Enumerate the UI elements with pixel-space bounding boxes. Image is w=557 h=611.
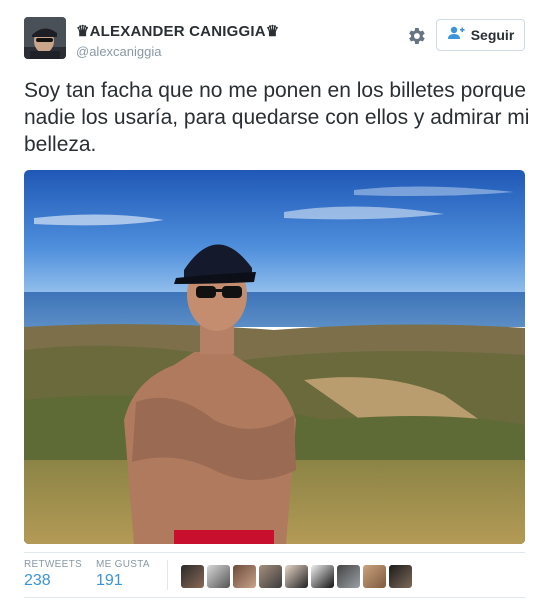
liker-avatar[interactable] <box>337 565 360 588</box>
tweet-photo[interactable] <box>24 170 525 544</box>
follow-button[interactable]: Seguir <box>436 19 525 51</box>
stats-separator <box>167 560 168 590</box>
liker-avatar[interactable] <box>285 565 308 588</box>
liker-avatar[interactable] <box>181 565 204 588</box>
retweets-count[interactable]: 238 <box>24 572 82 590</box>
add-user-icon <box>447 26 465 45</box>
likes-label: ME GUSTA <box>96 559 150 570</box>
liker-avatar[interactable] <box>389 565 412 588</box>
liker-avatar[interactable] <box>233 565 256 588</box>
retweets-stat[interactable]: RETWEETS 238 <box>24 559 82 590</box>
display-name[interactable]: ♛ALEXANDER CANIGGIA♛ <box>76 22 279 40</box>
likes-stat[interactable]: ME GUSTA 191 <box>96 559 150 590</box>
liker-avatar[interactable] <box>311 565 334 588</box>
user-handle[interactable]: @alexcaniggia <box>76 44 161 59</box>
liker-avatar[interactable] <box>259 565 282 588</box>
stats-divider-bottom <box>24 597 525 598</box>
liker-avatar[interactable] <box>207 565 230 588</box>
avatar[interactable] <box>24 17 66 59</box>
likes-count[interactable]: 191 <box>96 572 150 590</box>
tweet-text: Soy tan facha que no me ponen en los bil… <box>24 79 530 156</box>
follow-label: Seguir <box>470 27 515 43</box>
stats-divider-top <box>24 552 525 553</box>
liker-avatar[interactable] <box>363 565 386 588</box>
gear-icon[interactable] <box>405 25 427 47</box>
likers-avatars <box>181 565 412 588</box>
retweets-label: RETWEETS <box>24 559 82 570</box>
tweet-card: ♛ALEXANDER CANIGGIA♛ @alexcaniggia Segui… <box>0 0 557 611</box>
